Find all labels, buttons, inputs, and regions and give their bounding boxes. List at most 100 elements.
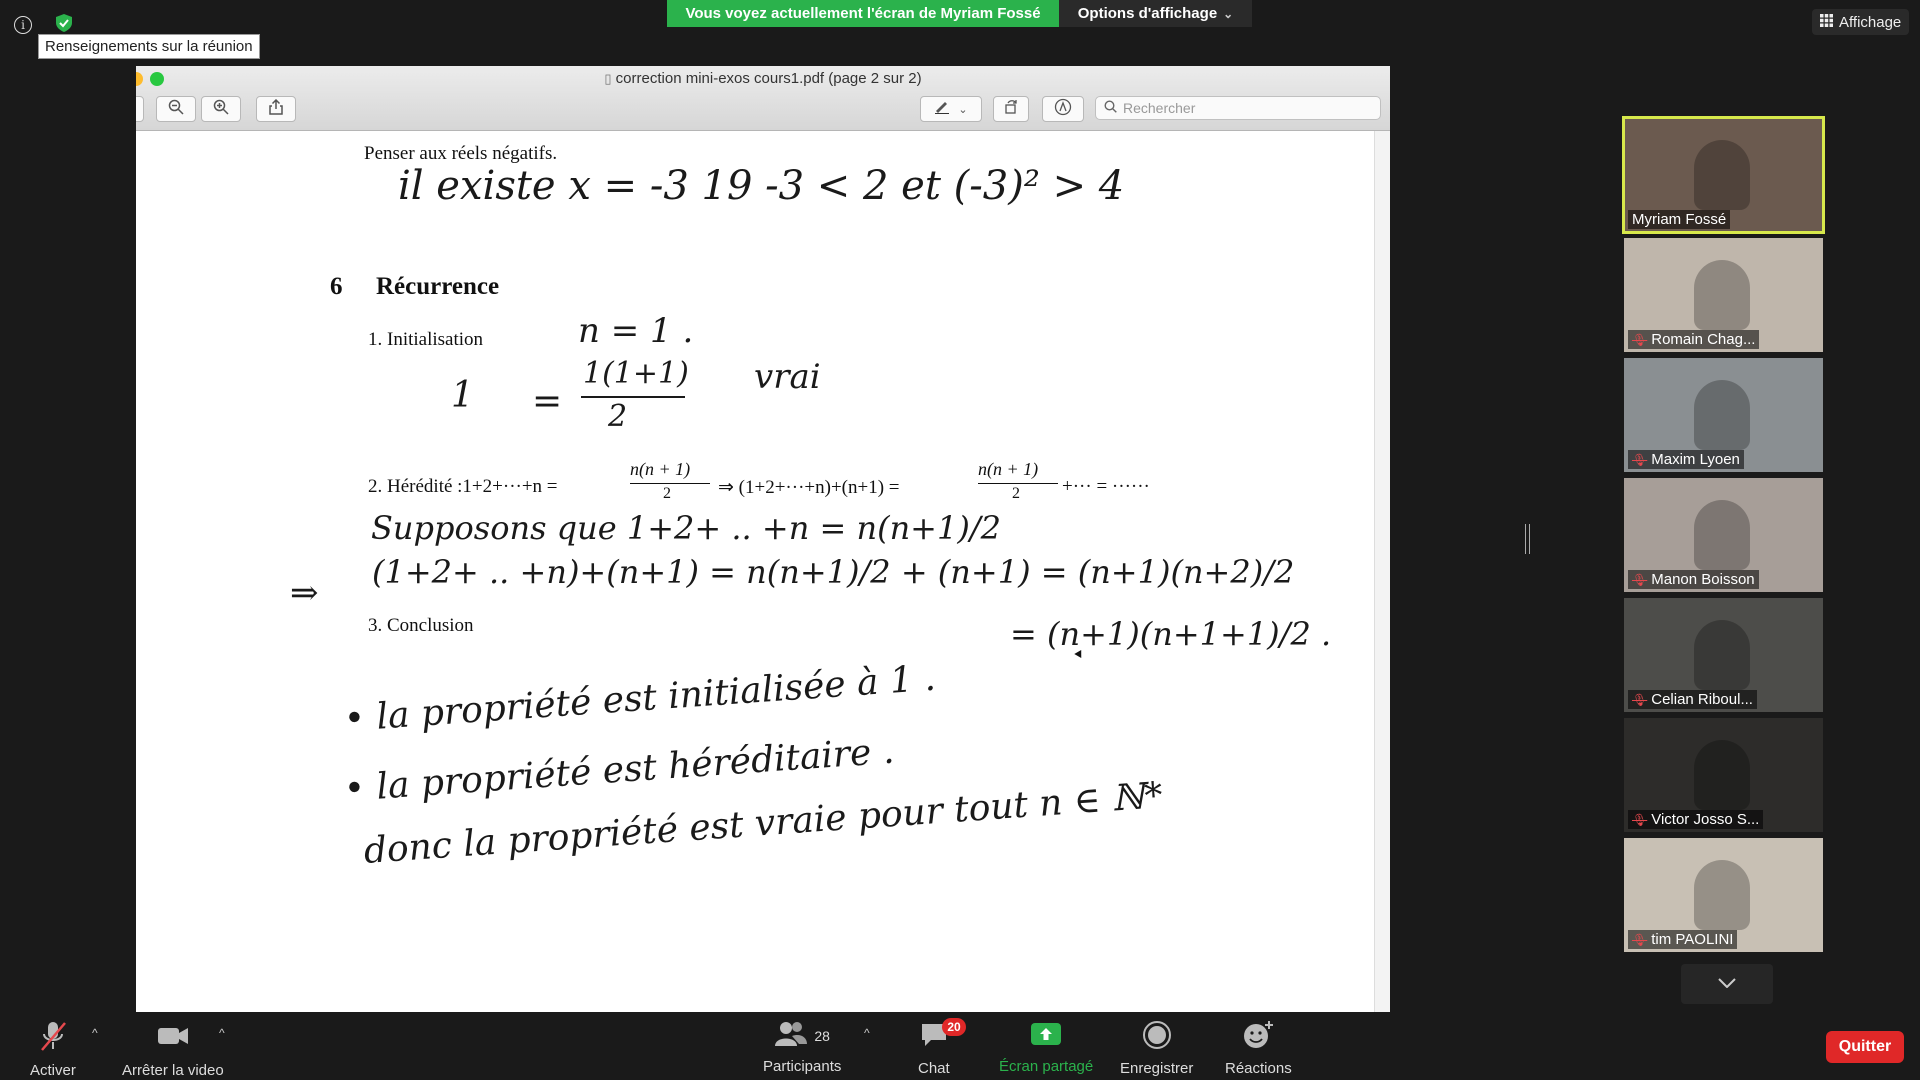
participant-video	[1694, 140, 1750, 210]
participants-icon-group: 28	[774, 1020, 830, 1052]
participant-tile[interactable]: 🎙 Victor Josso S...	[1624, 718, 1823, 832]
participants-icon	[774, 1020, 808, 1052]
text-line: Penser aux réels négatifs.	[364, 143, 558, 164]
view-button[interactable]: Affichage	[1812, 9, 1910, 35]
fraction-denominator: 2	[663, 485, 671, 502]
stop-video-label: Arrêter la video	[122, 1062, 224, 1079]
handwritten-line: (1+2+ .. +n)+(n+1) = n(n+1)/2 + (n+1) = …	[372, 553, 1295, 591]
fraction-bar	[581, 396, 685, 398]
participant-tile[interactable]: 🎙 tim PAOLINI	[1624, 838, 1823, 952]
share-screen-label: Écran partagé	[999, 1058, 1094, 1075]
chevron-down-icon: ⌄	[958, 103, 968, 116]
participant-tile[interactable]: 🎙 Celian Riboul...	[1624, 598, 1823, 712]
handwritten-line: ⇒	[290, 573, 319, 613]
markup-pen-button[interactable]: ⌄	[920, 96, 982, 122]
reactions-button[interactable]: Réactions	[1225, 1020, 1292, 1077]
info-icon[interactable]: i	[14, 16, 32, 34]
participant-name: Victor Josso S...	[1651, 811, 1760, 828]
document-title: ▯ correction mini-exos cours1.pdf (page …	[136, 70, 1390, 87]
muted-microphone-icon: 🎙	[1632, 572, 1648, 587]
handwritten-line: 1(1+1)	[583, 356, 689, 391]
participant-name: Maxim Lyoen	[1651, 451, 1740, 468]
participant-name: Celian Riboul...	[1651, 691, 1753, 708]
chat-unread-badge: 20	[942, 1018, 966, 1036]
list-item-label: 1. Initialisation	[368, 329, 484, 350]
participants-options-chevron[interactable]: ^	[864, 1026, 870, 1040]
fraction-bar	[978, 483, 1058, 484]
pdf-titlebar: ▯ correction mini-exos cours1.pdf (page …	[136, 66, 1390, 131]
participant-video	[1694, 380, 1750, 450]
stop-video-button[interactable]: Arrêter la video	[122, 1020, 224, 1079]
participant-tile[interactable]: 🎙 Maxim Lyoen	[1624, 358, 1823, 472]
sidebar-toggle-button[interactable]	[136, 96, 144, 122]
chevron-down-icon	[1718, 975, 1736, 993]
participant-name-label: 🎙 Romain Chag...	[1628, 330, 1760, 349]
participants-label: Participants	[763, 1058, 842, 1075]
video-camera-icon	[156, 1020, 190, 1056]
resize-handle[interactable]	[1525, 524, 1530, 554]
meeting-info-tooltip: Renseignements sur la réunion	[38, 34, 260, 59]
scrollbar[interactable]	[1374, 131, 1390, 1012]
annotate-button[interactable]	[1042, 96, 1084, 122]
participant-name-label: 🎙 Manon Boisson	[1628, 570, 1759, 589]
muted-microphone-icon	[38, 1020, 68, 1056]
pdf-page: Penser aux réels négatifs. il existe x =…	[136, 131, 1374, 1012]
fraction-numerator: n(n + 1)	[978, 459, 1039, 479]
handwritten-line: n = 1 .	[578, 311, 694, 351]
muted-microphone-icon: 🎙	[1632, 332, 1648, 347]
zoom-in-icon	[213, 99, 229, 120]
rotate-button[interactable]	[993, 96, 1029, 122]
participant-name-label: Myriam Fossé	[1628, 210, 1731, 229]
zoom-in-button[interactable]	[201, 96, 241, 122]
fraction-numerator: n(n + 1)	[630, 459, 691, 479]
participant-tile[interactable]: Myriam Fossé	[1622, 116, 1825, 234]
zoom-out-button[interactable]	[156, 96, 196, 122]
zoom-out-icon	[168, 99, 184, 120]
participant-name-label: 🎙 tim PAOLINI	[1628, 930, 1738, 949]
emoji-plus-icon	[1242, 1020, 1274, 1054]
participant-name-label: 🎙 Victor Josso S...	[1628, 810, 1764, 829]
shield-icon[interactable]	[56, 14, 72, 32]
share-screen-icon	[1030, 1020, 1062, 1052]
video-options-chevron[interactable]: ^	[219, 1026, 225, 1040]
participant-video	[1694, 740, 1750, 810]
handwritten-line: • la propriété est héréditaire .	[342, 730, 896, 810]
leave-meeting-button[interactable]: Quitter	[1826, 1031, 1904, 1063]
search-placeholder: Rechercher	[1123, 100, 1196, 116]
unmute-button[interactable]: Activer	[30, 1020, 76, 1079]
participant-tile[interactable]: 🎙 Manon Boisson	[1624, 478, 1823, 592]
participants-button[interactable]: 28 Participants	[763, 1020, 841, 1075]
share-icon	[269, 98, 283, 120]
rotate-icon	[1003, 99, 1019, 120]
section-title: Récurrence	[376, 273, 500, 300]
handwritten-line: =	[532, 381, 563, 422]
handwritten-line: il existe x = -3 19 -3 < 2 et (-3)² > 4	[398, 163, 1125, 209]
participant-name: Myriam Fossé	[1632, 211, 1727, 228]
list-item-label: 3. Conclusion	[368, 615, 474, 636]
record-button[interactable]: Enregistrer	[1120, 1020, 1193, 1077]
handwritten-line: 2	[608, 399, 628, 434]
handwritten-line: vrai	[754, 357, 821, 397]
section-number: 6	[330, 273, 343, 300]
search-icon	[1104, 100, 1117, 116]
handwritten-line: 1	[451, 375, 474, 416]
reactions-label: Réactions	[1225, 1060, 1292, 1077]
participant-name: tim PAOLINI	[1651, 931, 1734, 948]
audio-options-chevron[interactable]: ^	[92, 1026, 98, 1040]
gallery-next-button[interactable]	[1681, 964, 1773, 1004]
chat-label: Chat	[918, 1060, 950, 1077]
fraction-denominator: 2	[1012, 485, 1020, 502]
search-input[interactable]: Rechercher	[1095, 96, 1381, 120]
view-options-button[interactable]: Options d'affichage ⌄	[1059, 0, 1252, 27]
participant-video	[1694, 620, 1750, 690]
fraction-bar	[630, 483, 710, 484]
participant-tile[interactable]: 🎙 Romain Chag...	[1624, 238, 1823, 352]
share-document-button[interactable]	[256, 96, 296, 122]
shared-screen: ▯ correction mini-exos cours1.pdf (page …	[136, 66, 1390, 1012]
muted-microphone-icon: 🎙	[1632, 932, 1648, 947]
muted-microphone-icon: 🎙	[1632, 692, 1648, 707]
unmute-label: Activer	[30, 1062, 76, 1079]
record-label: Enregistrer	[1120, 1060, 1194, 1077]
participant-name: Manon Boisson	[1651, 571, 1755, 588]
share-screen-button[interactable]: Écran partagé	[999, 1020, 1093, 1075]
